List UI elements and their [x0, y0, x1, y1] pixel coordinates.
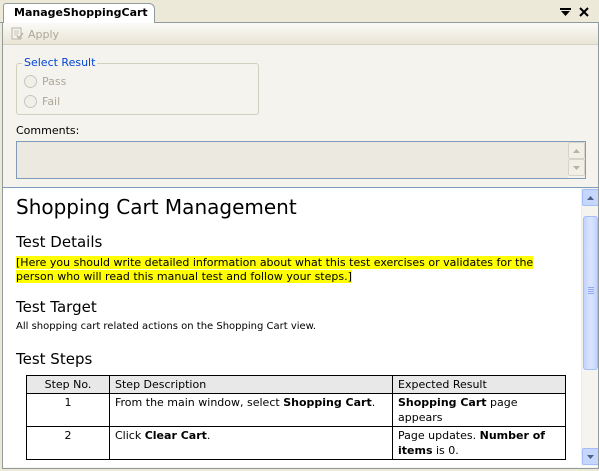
test-details-highlight: [Here you should write detailed informat…	[16, 256, 534, 283]
table-header-row: Step No. Step Description Expected Resul…	[26, 375, 566, 394]
scroll-up-icon[interactable]	[582, 189, 598, 206]
test-target-heading: Test Target	[16, 298, 97, 316]
pass-radio[interactable]: Pass	[24, 74, 66, 88]
expected-result: Shopping Cart page appears	[392, 393, 566, 427]
test-document-view[interactable]: Shopping Cart Management Test Details [H…	[3, 187, 598, 467]
test-details-heading: Test Details	[16, 233, 103, 251]
column-header-step-description: Step Description	[109, 375, 393, 394]
fail-radio-label: Fail	[42, 94, 61, 108]
column-header-step-no: Step No.	[26, 375, 110, 394]
column-header-expected-result: Expected Result	[392, 375, 566, 394]
table-row: 2 Click Clear Cart. Page updates. Number…	[26, 426, 566, 460]
select-result-group: Select Result Pass Fail	[16, 57, 259, 115]
fail-radio-circle[interactable]	[24, 94, 37, 108]
step-description: Click Clear Cart.	[109, 426, 393, 460]
document-scrollbar[interactable]	[581, 188, 598, 466]
apply-icon	[11, 27, 24, 40]
comments-textarea[interactable]	[16, 141, 586, 179]
fail-radio[interactable]: Fail	[24, 94, 60, 108]
select-result-legend: Select Result	[22, 56, 98, 69]
step-description: From the main window, select Shopping Ca…	[109, 393, 393, 427]
step-number: 2	[26, 426, 110, 460]
comments-scrollbar[interactable]	[568, 142, 585, 178]
toolbar: Apply	[3, 23, 598, 45]
apply-button[interactable]: Apply	[10, 26, 59, 42]
comments-scroll-up-icon[interactable]	[568, 142, 585, 159]
test-steps-table: Step No. Step Description Expected Resul…	[26, 375, 566, 460]
close-icon[interactable]	[576, 4, 592, 20]
window-position-dropdown-icon[interactable]	[557, 4, 573, 20]
test-steps-heading: Test Steps	[16, 350, 93, 368]
comments-label: Comments:	[16, 124, 80, 137]
comments-scroll-down-icon[interactable]	[568, 159, 585, 176]
tab-strip: ManageShoppingCart	[0, 0, 599, 24]
test-target-text: All shopping cart related actions on the…	[16, 321, 317, 332]
scroll-thumb[interactable]	[583, 216, 598, 370]
step-number: 1	[26, 393, 110, 427]
tab-manage-shopping-cart[interactable]: ManageShoppingCart	[3, 3, 155, 24]
test-details-text: [Here you should write detailed informat…	[16, 256, 556, 284]
scroll-down-icon[interactable]	[582, 448, 598, 465]
pass-radio-label: Pass	[42, 74, 67, 88]
tab-title: ManageShoppingCart	[14, 6, 148, 19]
table-row: 1 From the main window, select Shopping …	[26, 393, 566, 427]
pass-radio-circle[interactable]	[24, 74, 37, 88]
document-title: Shopping Cart Management	[16, 195, 297, 219]
tool-window: Apply Select Result Pass Fail Comments: …	[2, 23, 599, 469]
expected-result: Page updates. Number of items is 0.	[392, 426, 566, 460]
apply-label: Apply	[28, 27, 60, 41]
